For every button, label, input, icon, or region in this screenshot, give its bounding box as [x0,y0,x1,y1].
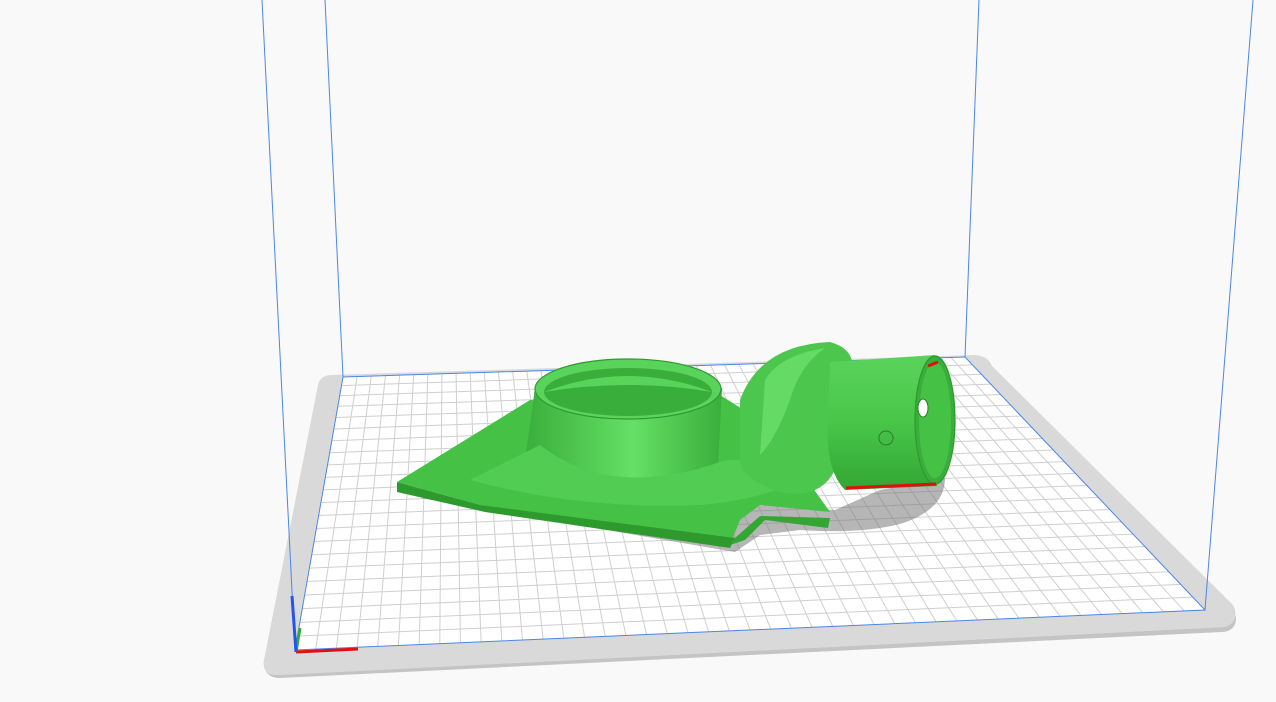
model-cup-inner [544,368,712,416]
scene[interactable] [0,0,1276,702]
3d-viewport[interactable] [0,0,1276,702]
model-tube-opening-inner [919,362,951,478]
model-screw-hole-end [917,398,929,418]
